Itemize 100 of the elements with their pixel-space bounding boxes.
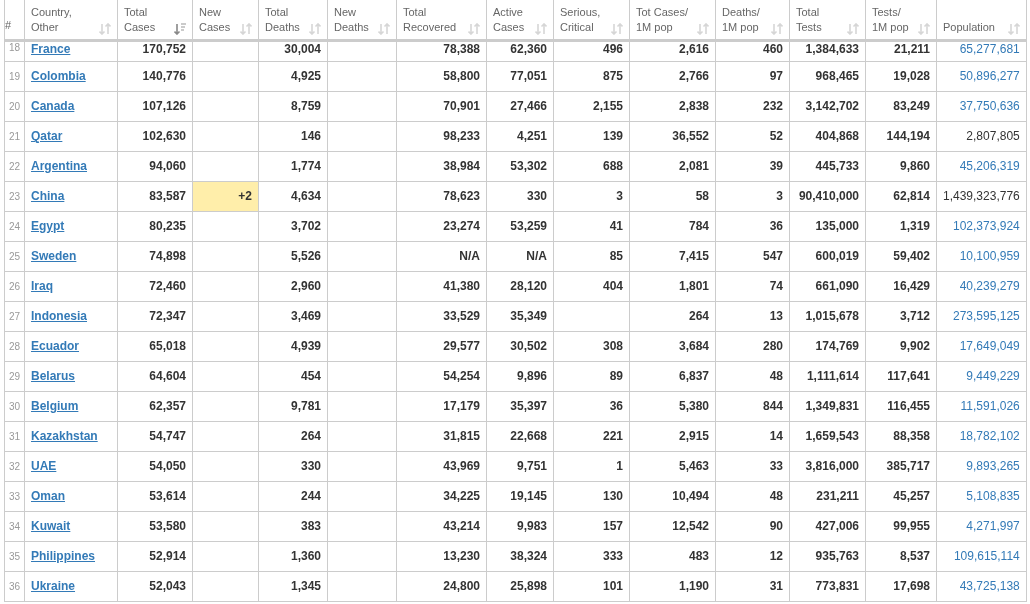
row-number: 21	[4, 121, 25, 151]
table-cell: 70,901	[396, 91, 487, 121]
table-cell: 48	[715, 481, 790, 511]
table-cell: 221	[553, 421, 630, 451]
table-cell: 89	[553, 361, 630, 391]
row-number: 34	[4, 511, 25, 541]
country-link[interactable]: Iraq	[31, 279, 53, 293]
table-cell: 231,211	[789, 481, 866, 511]
column-header[interactable]: Total Recovered	[396, 0, 487, 40]
sort-icon[interactable]	[309, 22, 321, 35]
population-link[interactable]: 10,100,959	[936, 241, 1027, 271]
table-cell: 62,357	[117, 391, 193, 421]
table-cell: 9,751	[486, 451, 554, 481]
sort-icon[interactable]	[240, 22, 252, 35]
population-link[interactable]: 102,373,924	[936, 211, 1027, 241]
country-link[interactable]: UAE	[31, 459, 57, 473]
table-cell: 1,774	[258, 151, 328, 181]
row-number: 25	[4, 241, 25, 271]
population-link[interactable]: 18,782,102	[936, 421, 1027, 451]
table-cell: 99,955	[865, 511, 937, 541]
sort-icon[interactable]	[697, 22, 709, 35]
population-link[interactable]: 11,591,026	[936, 391, 1027, 421]
table-cell: 3	[553, 181, 630, 211]
column-header[interactable]: Active Cases	[486, 0, 554, 40]
table-cell: 80,235	[117, 211, 193, 241]
table-cell: 9,781	[258, 391, 328, 421]
population-link[interactable]: 4,271,997	[936, 511, 1027, 541]
table-cell: 1,439,323,776	[936, 181, 1027, 211]
table-cell: 454	[258, 361, 328, 391]
column-header[interactable]: Country, Other	[24, 0, 118, 40]
table-cell: 116,455	[865, 391, 937, 421]
table-cell: 404,868	[789, 121, 866, 151]
table-cell: 3,702	[258, 211, 328, 241]
table-cell: 72,347	[117, 301, 193, 331]
population-link[interactable]: 109,615,114	[936, 541, 1027, 571]
population-link[interactable]: 273,595,125	[936, 301, 1027, 331]
table-cell: 330	[486, 181, 554, 211]
table-cell: 64,604	[117, 361, 193, 391]
column-header[interactable]: Total Cases	[117, 0, 193, 40]
table-cell: 72,460	[117, 271, 193, 301]
population-link[interactable]: 37,750,636	[936, 91, 1027, 121]
population-link[interactable]: 45,206,319	[936, 151, 1027, 181]
row-number: 19	[4, 61, 25, 91]
table-cell: 383	[258, 511, 328, 541]
column-header[interactable]: Tot Cases/ 1M pop	[629, 0, 716, 40]
sort-icon[interactable]	[847, 22, 859, 35]
sort-icon[interactable]	[468, 22, 480, 35]
table-cell: 62,360	[486, 40, 554, 61]
sort-icon[interactable]	[174, 22, 186, 35]
sort-icon[interactable]	[99, 22, 111, 35]
sort-icon[interactable]	[1007, 22, 1020, 35]
population-link[interactable]: 65,277,681	[936, 40, 1027, 61]
table-cell: 935,763	[789, 541, 866, 571]
table-cell: 28,120	[486, 271, 554, 301]
population-link[interactable]: 9,449,229	[936, 361, 1027, 391]
country-link[interactable]: Kuwait	[31, 519, 71, 533]
table-cell: 36	[553, 391, 630, 421]
column-header[interactable]: Population	[936, 0, 1027, 40]
column-header[interactable]: Serious, Critical	[553, 0, 630, 40]
table-cell: 19,028	[865, 61, 937, 91]
row-number: 31	[4, 421, 25, 451]
sort-icon[interactable]	[611, 22, 623, 35]
table-cell: 83,587	[117, 181, 193, 211]
table-cell: 117,641	[865, 361, 937, 391]
population-link[interactable]: 50,896,277	[936, 61, 1027, 91]
column-header[interactable]: New Deaths	[327, 0, 397, 40]
column-header[interactable]: Deaths/ 1M pop	[715, 0, 790, 40]
column-header[interactable]: New Cases	[192, 0, 259, 40]
sort-icon[interactable]	[378, 22, 390, 35]
sort-icon[interactable]	[918, 22, 930, 35]
table-cell: 53,302	[486, 151, 554, 181]
table-cell: 13,230	[396, 541, 487, 571]
country-link[interactable]: Egypt	[31, 219, 65, 233]
table-cell: 5,463	[629, 451, 716, 481]
population-link[interactable]: 17,649,049	[936, 331, 1027, 361]
table-cell: 78,388	[396, 40, 487, 61]
table-cell: 27,466	[486, 91, 554, 121]
column-header[interactable]: Total Deaths	[258, 0, 328, 40]
population-link[interactable]: 43,725,138	[936, 571, 1027, 601]
population-link[interactable]: 9,893,265	[936, 451, 1027, 481]
table-cell: 24,800	[396, 571, 487, 601]
population-link[interactable]: 5,108,835	[936, 481, 1027, 511]
column-header[interactable]: Total Tests	[789, 0, 866, 40]
table-cell: 4,251	[486, 121, 554, 151]
row-number: 22	[4, 151, 25, 181]
country-link[interactable]: Oman	[31, 489, 65, 503]
country-link[interactable]: Qatar	[31, 129, 63, 143]
table-cell: 35,397	[486, 391, 554, 421]
table-cell: 784	[629, 211, 716, 241]
sort-icon[interactable]	[771, 22, 783, 35]
table-cell: 280	[715, 331, 790, 361]
population-link[interactable]: 40,239,279	[936, 271, 1027, 301]
column-header[interactable]: Tests/ 1M pop	[865, 0, 937, 40]
sort-icon[interactable]	[535, 22, 547, 35]
table-cell: 1,015,678	[789, 301, 866, 331]
table-cell: 661,090	[789, 271, 866, 301]
table-cell: 59,402	[865, 241, 937, 271]
country-link[interactable]: China	[31, 189, 65, 203]
table-cell: 9,860	[865, 151, 937, 181]
row-number: 27	[4, 301, 25, 331]
